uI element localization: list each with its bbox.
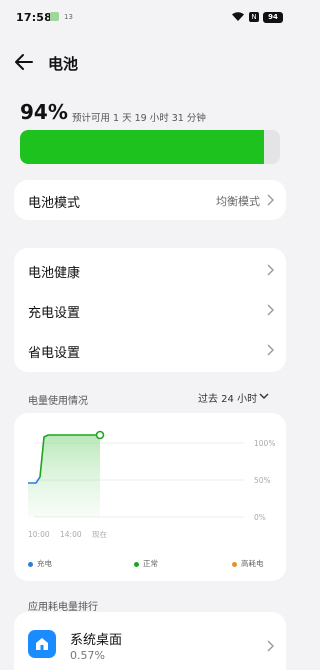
battery-percentage: 94% — [20, 100, 68, 124]
chevron-right-icon — [267, 264, 274, 276]
power-saving-row[interactable]: 省电设置 — [14, 330, 286, 370]
page-title: 电池 — [48, 55, 79, 73]
time-range-selector[interactable]: 过去 24 小时 — [198, 390, 257, 405]
y-tick-100: 100% — [254, 439, 275, 448]
legend-dot — [232, 561, 237, 567]
app-name: 系统桌面 — [70, 633, 123, 648]
app-usage-row[interactable]: 系统桌面 0.57% — [14, 612, 286, 670]
battery-mode-card: 电池模式 均衡模式 — [14, 180, 286, 220]
battery-level-fill — [20, 130, 265, 164]
app-usage-percent: 0.57% — [70, 649, 105, 662]
legend-label: 高耗电 — [241, 559, 264, 568]
usage-chart: 100% 50% 0% 10:00 14:00 现在 — [28, 430, 275, 539]
x-tick-start: 10:00 — [28, 530, 50, 539]
y-tick-50: 50% — [254, 476, 271, 485]
arrow-left-icon[interactable] — [12, 50, 36, 74]
app-notification-icon — [50, 12, 59, 21]
legend-normal: 正常 — [134, 558, 158, 569]
legend-label: 正常 — [143, 559, 158, 568]
usage-chart-card: 100% 50% 0% 10:00 14:00 现在 充电 正常 高耗电 — [14, 413, 286, 581]
power-saving-label: 省电设置 — [28, 346, 81, 361]
usage-section-label: 电量使用情况 — [28, 396, 88, 407]
wifi-icon — [232, 12, 244, 21]
chevron-right-icon — [267, 640, 274, 652]
battery-mode-value: 均衡模式 — [216, 195, 260, 208]
notification-count: 13 — [64, 13, 73, 21]
y-tick-0: 0% — [254, 513, 266, 522]
app-ranking-label: 应用耗电量排行 — [28, 602, 98, 613]
battery-level-bar — [20, 130, 280, 164]
clock: 17:58 — [16, 11, 53, 24]
legend-dot — [134, 561, 139, 567]
level-area — [28, 435, 100, 517]
legend-label: 充电 — [37, 559, 52, 568]
chevron-right-icon — [267, 344, 274, 356]
chevron-down-icon[interactable] — [259, 393, 269, 400]
battery-time-estimate: 预计可用 1 天 19 小时 31 分钟 — [72, 113, 206, 124]
nfc-icon: N — [249, 12, 259, 22]
legend-high-drain: 高耗电 — [232, 558, 264, 569]
x-tick-mid: 14:00 — [60, 530, 82, 539]
status-bar: 17:58 13 N 94 — [0, 0, 300, 32]
battery-settings-card: 电池健康 充电设置 省电设置 — [14, 248, 286, 372]
app-ranking-card: 系统桌面 0.57% — [14, 612, 286, 670]
page-header: 电池 — [0, 44, 300, 80]
charging-settings-row[interactable]: 充电设置 — [14, 290, 286, 330]
chevron-right-icon — [267, 304, 274, 316]
battery-health-row[interactable]: 电池健康 — [14, 250, 286, 290]
battery-mode-label: 电池模式 — [28, 196, 81, 211]
current-point — [95, 430, 105, 440]
battery-mode-row[interactable]: 电池模式 均衡模式 — [14, 180, 286, 220]
charging-settings-label: 充电设置 — [28, 306, 81, 321]
legend-dot — [28, 561, 33, 567]
home-app-icon — [28, 630, 56, 658]
x-tick-now: 现在 — [92, 529, 107, 539]
chevron-right-icon — [267, 194, 274, 206]
battery-status-icon: 94 — [263, 12, 283, 23]
battery-health-label: 电池健康 — [28, 266, 81, 281]
legend-charging: 充电 — [28, 558, 52, 569]
